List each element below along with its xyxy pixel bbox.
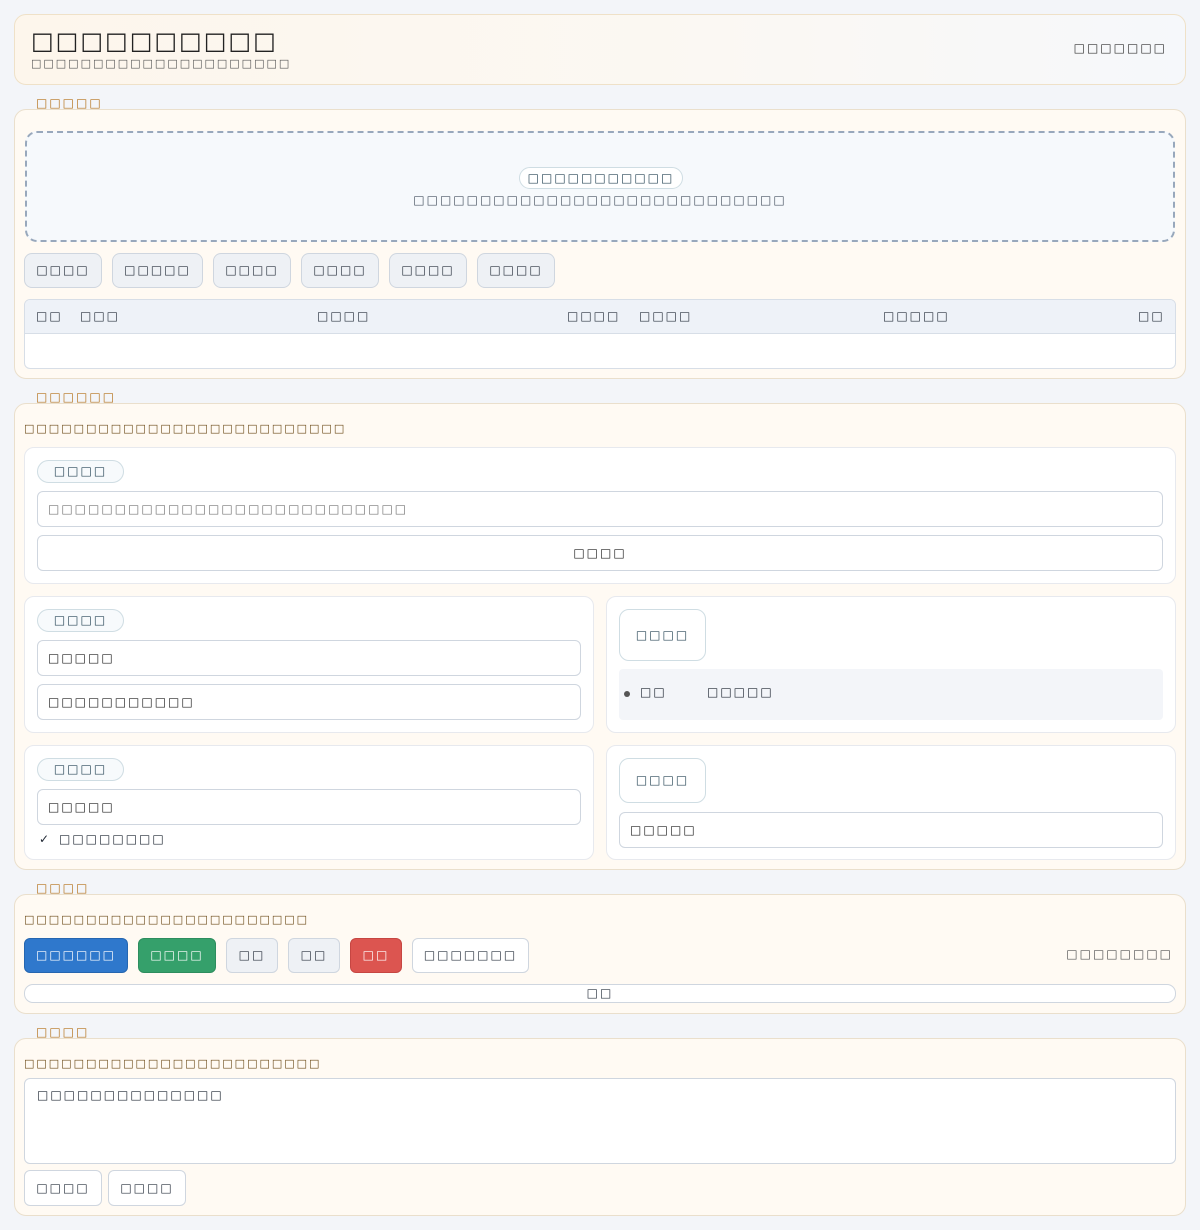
toolbar-button-6[interactable]: □□□□	[477, 253, 555, 288]
actions-status: □□□□□□□□	[1066, 947, 1173, 961]
column-header[interactable]: □□□□	[639, 309, 692, 323]
section-label-notes: □□□□	[36, 1025, 90, 1039]
secondary-button-1[interactable]: □□	[226, 938, 278, 973]
radio-dot-icon[interactable]	[624, 691, 630, 697]
section-label-settings: □□□□□□	[36, 390, 117, 404]
toolbar-button-1[interactable]: □□□□	[24, 253, 102, 288]
success-button[interactable]: □□□□	[138, 938, 216, 973]
page-subtitle: □□□□□□□□□□□□□□□□□□□□□	[31, 57, 292, 70]
text-field[interactable]: □□□□□□□□□□□	[37, 684, 581, 720]
checkmark-icon[interactable]: ✓	[39, 832, 49, 846]
card-tag: □□□□	[37, 609, 124, 632]
file-dropzone[interactable]: □□□□□□□□□□□ □□□□□□□□□□□□□□□□□□□□□□□□□□□□	[25, 131, 1175, 242]
settings-card-b: □□□□ □□ □□□□□	[606, 596, 1176, 733]
section-label-upload: □□□□□	[36, 96, 103, 110]
app-header: □□□□□□□□□□ □□□□□□□□□□□□□□□□□□□□□ □□□□□□□	[14, 14, 1186, 85]
select-field[interactable]: □□□□□	[619, 812, 1163, 848]
select-field[interactable]: □□□□□	[37, 640, 581, 676]
danger-button[interactable]: □□	[350, 938, 402, 973]
notes-hint: □□□□□□□□□□□□□□□□□□□□□□□□	[24, 1057, 322, 1070]
text-input[interactable]: □□□□□□□□□□□□□□□□□□□□□□□□□□□	[37, 491, 1163, 527]
card-tag: □□□□	[37, 758, 124, 781]
textarea-value: □□□□□□□□□□□□□□	[37, 1088, 224, 1102]
card-tag: □□□□	[619, 758, 706, 803]
page-title: □□□□□□□□□□	[31, 27, 278, 55]
select-field[interactable]: □□□□□	[37, 789, 581, 825]
toolbar-button-4[interactable]: □□□□	[301, 253, 379, 288]
column-header[interactable]: □□□□	[567, 309, 620, 323]
dropzone-pill[interactable]: □□□□□□□□□□□	[519, 167, 683, 189]
card-tag: □□□□	[37, 460, 124, 483]
column-header[interactable]: □□□□□	[883, 309, 950, 323]
notes-button-2[interactable]: □□□□	[108, 1170, 186, 1206]
actions-hint: □□□□□□□□□□□□□□□□□□□□□□□	[24, 913, 310, 926]
wide-button[interactable]: □□	[24, 984, 1176, 1003]
dropzone-hint: □□□□□□□□□□□□□□□□□□□□□□□□□□□□	[413, 193, 787, 207]
settings-hint: □□□□□□□□□□□□□□□□□□□□□□□□□□	[24, 422, 347, 435]
card-tag: □□□□	[619, 609, 706, 661]
toolbar-button-2[interactable]: □□□□□	[112, 253, 203, 288]
radio-row[interactable]: □□ □□□□□	[619, 669, 1163, 720]
settings-card-d: □□□□ □□□□□	[606, 745, 1176, 860]
file-table: □□ □□□ □□□□ □□□□ □□□□ □□□□□ □□	[24, 299, 1176, 369]
card-action-button[interactable]: □□□□	[37, 535, 1163, 571]
secondary-button-2[interactable]: □□	[288, 938, 340, 973]
outline-button[interactable]: □□□□□□□	[412, 938, 529, 973]
toolbar-button-3[interactable]: □□□□	[213, 253, 291, 288]
header-status: □□□□□□□	[1073, 41, 1167, 55]
column-header[interactable]: □□	[1138, 309, 1165, 323]
column-header[interactable]: □□□□	[317, 309, 370, 323]
notes-textarea[interactable]: □□□□□□□□□□□□□□	[24, 1078, 1176, 1164]
column-header[interactable]: □□□	[80, 309, 120, 323]
toolbar-button-5[interactable]: □□□□	[389, 253, 467, 288]
radio-label: □□	[640, 685, 667, 699]
checkbox-label[interactable]: □□□□□□□□	[59, 832, 166, 846]
settings-card-c: □□□□ □□□□□ ✓ □□□□□□□□	[24, 745, 594, 860]
settings-card-a: □□□□ □□□□□ □□□□□□□□□□□	[24, 596, 594, 733]
table-header: □□ □□□ □□□□ □□□□ □□□□ □□□□□ □□	[25, 300, 1175, 334]
settings-card-full: □□□□ □□□□□□□□□□□□□□□□□□□□□□□□□□□ □□□□	[24, 447, 1176, 584]
primary-button[interactable]: □□□□□□	[24, 938, 128, 973]
section-label-actions: □□□□	[36, 881, 90, 895]
notes-button-1[interactable]: □□□□	[24, 1170, 102, 1206]
radio-value: □□□□□	[707, 685, 774, 699]
column-header[interactable]: □□	[36, 309, 63, 323]
